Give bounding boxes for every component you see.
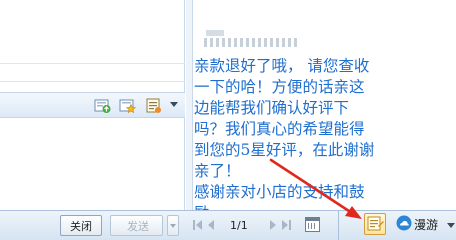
message-line: 到您的5星好评，在此谢谢: [194, 141, 375, 159]
calendar-icon[interactable]: [305, 217, 320, 232]
left-panel: [0, 0, 185, 210]
star-icon[interactable]: [119, 97, 136, 114]
page-indicator: 1/1: [230, 219, 248, 232]
message-area: 亲款退好了哦， 请您查收 一下的哈！方便的话亲这 边能帮我们确认好评下 吗？我们…: [194, 0, 456, 210]
note-icon: [367, 216, 384, 231]
next-page-icon[interactable]: [270, 220, 276, 230]
chevron-down-icon[interactable]: [447, 223, 455, 228]
first-page-icon[interactable]: [193, 220, 195, 230]
divider: [0, 81, 185, 82]
message-line: 励。: [194, 203, 450, 210]
first-page-icon[interactable]: [196, 220, 202, 230]
document-icon[interactable]: [145, 97, 162, 114]
message-line: 吗？我们真心的希望能得: [194, 120, 365, 138]
roam-label[interactable]: 漫游: [414, 216, 438, 233]
message-text: 亲款退好了哦， 请您查收 一下的哈！方便的话亲这 边能帮我们确认好评下 吗？我们…: [194, 56, 450, 210]
message-line: 亲款退好了哦， 请您查收: [194, 57, 370, 75]
cloud-icon[interactable]: [396, 215, 412, 231]
bottom-toolbar: 关闭 发送 1/1: [0, 210, 456, 240]
last-page-icon[interactable]: [289, 220, 291, 230]
chat-toolbar: [0, 92, 185, 118]
divider: [0, 63, 185, 64]
previous-page-icon[interactable]: [208, 220, 214, 230]
close-button[interactable]: 关闭: [60, 215, 102, 236]
chevron-down-icon[interactable]: [170, 102, 178, 107]
last-page-icon[interactable]: [282, 220, 288, 230]
divider: [338, 210, 339, 240]
note-button[interactable]: [364, 213, 386, 235]
message-header: [204, 38, 299, 47]
message-line: 一下的哈！方便的话亲这: [194, 78, 365, 96]
send-button[interactable]: 发送: [110, 215, 163, 236]
message-line: 感谢亲对小店的支持和鼓: [194, 183, 365, 201]
green-upload-icon[interactable]: [94, 97, 111, 114]
message-line: 边能帮我们确认好评下: [194, 99, 350, 117]
send-options-dropdown[interactable]: [167, 215, 179, 236]
scrollbar[interactable]: [186, 0, 193, 210]
message-header: [206, 30, 224, 36]
message-line: 亲了！: [194, 162, 241, 180]
